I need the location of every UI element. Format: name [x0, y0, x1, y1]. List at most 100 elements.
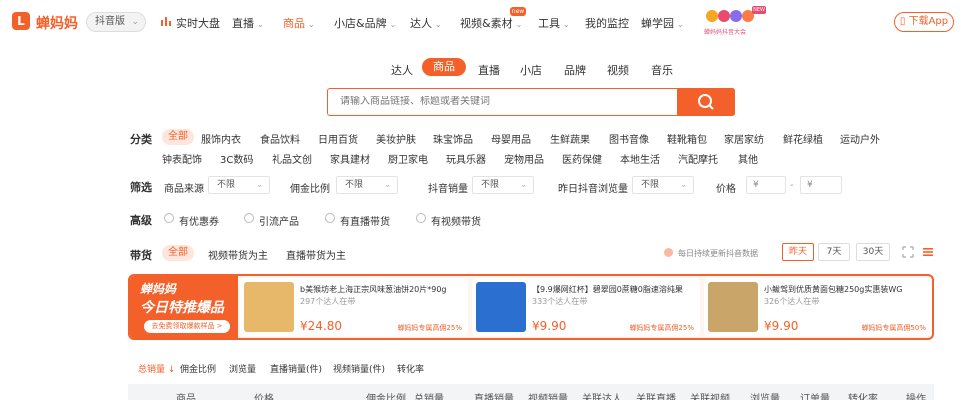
search-tab-music[interactable]: 音乐: [651, 62, 673, 78]
sort-desc-icon: ↓: [165, 365, 176, 375]
price-min-input[interactable]: ¥: [746, 176, 786, 194]
expand-icon[interactable]: [902, 246, 914, 258]
chevron-down-icon: ⌄: [384, 180, 391, 189]
category-chip[interactable]: 家具建材: [330, 151, 370, 166]
category-chip[interactable]: 全部: [162, 129, 194, 145]
sales-select[interactable]: 不限 ⌄: [472, 176, 534, 194]
category-chip[interactable]: 厨卫家电: [388, 151, 428, 166]
nav-influencers[interactable]: 达人 ⌄: [410, 15, 442, 31]
logo-text[interactable]: 蝉妈妈: [36, 13, 78, 33]
col-commission: 佣金比例: [366, 394, 406, 400]
category-chip[interactable]: 礼品文创: [272, 151, 312, 166]
search-tab-brand[interactable]: 品牌: [564, 62, 586, 78]
logo-icon[interactable]: L: [12, 12, 30, 30]
nav-academy[interactable]: 蝉学园 ⌄: [641, 15, 684, 31]
free-sample-button[interactable]: 去免费领取爆款样品 >: [144, 320, 230, 333]
chevron-down-icon: ⌄: [563, 20, 570, 29]
nav-tools[interactable]: 工具 ⌄: [538, 15, 570, 31]
featured-product-card[interactable]: 【9.9爆网红杯】碧翠园0蔗糖0脂速溶纯果 333个达人在带 ¥9.90 蝉妈妈…: [472, 278, 700, 336]
col-price: 价格: [254, 394, 274, 400]
category-chip[interactable]: 鞋靴箱包: [667, 131, 707, 146]
commission-select[interactable]: 不限 ⌄: [336, 176, 398, 194]
chevron-down-icon: ⌄: [520, 180, 527, 189]
carry-live[interactable]: 直播带货为主: [286, 247, 346, 262]
sort-live-sales[interactable]: 直播销量(件): [270, 362, 322, 375]
views-value: 不限: [641, 180, 660, 190]
source-select[interactable]: 不限 ⌄: [208, 176, 270, 194]
sort-video-sales[interactable]: 视频销量(件): [333, 362, 385, 375]
video-carry-radio[interactable]: [416, 213, 426, 223]
category-chip[interactable]: 母婴用品: [491, 131, 531, 146]
date-yesterday[interactable]: 昨天: [782, 243, 814, 261]
list-view-icon[interactable]: [922, 246, 934, 258]
nav-tools-label: 工具: [538, 17, 560, 30]
traffic-radio[interactable]: [244, 213, 254, 223]
category-chip[interactable]: 其他: [738, 151, 758, 166]
category-chip[interactable]: 生鲜蔬果: [550, 131, 590, 146]
sort-conversion[interactable]: 转化率: [397, 362, 424, 375]
product-image: [244, 282, 294, 332]
date-7d[interactable]: 7天: [818, 243, 850, 261]
views-label: 昨日抖音浏览量: [558, 184, 628, 195]
category-chip[interactable]: 钟表配饰: [162, 151, 202, 166]
category-chip[interactable]: 珠宝饰品: [433, 131, 473, 146]
nav-products-label: 商品: [283, 17, 305, 30]
chevron-down-icon: ⌄: [680, 180, 687, 189]
carry-video[interactable]: 视频带货为主: [208, 247, 268, 262]
nav-video-label: 视频&素材: [460, 17, 513, 30]
nav-video-material[interactable]: 视频&素材 ⌄: [460, 15, 522, 31]
sort-commission[interactable]: 佣金比例: [180, 362, 216, 375]
category-chip[interactable]: 3C数码: [220, 151, 253, 166]
category-chip[interactable]: 服饰内衣: [201, 131, 241, 146]
product-image: [708, 282, 758, 332]
search-button[interactable]: [677, 88, 735, 116]
category-chip[interactable]: 美妆护肤: [376, 131, 416, 146]
nav-products[interactable]: 商品 ⌄: [283, 15, 315, 31]
sort-total-sales[interactable]: 总销量 ↓: [138, 362, 175, 375]
featured-banner: 蝉妈妈 今日特推爆品 去免费领取爆款样品 > b美猴坊老上海正宗风味葱油饼20片…: [128, 274, 934, 340]
product-price: ¥9.90: [532, 319, 567, 333]
version-select[interactable]: 抖音版 ⌄: [86, 12, 146, 32]
category-chip[interactable]: 运动户外: [840, 131, 880, 146]
top-nav: L 蝉妈妈 抖音版 ⌄ 实时大盘 直播 ⌄ 商品 ⌄ 小店&品牌 ⌄ 达人 ⌄ 视频&素…: [0, 0, 964, 44]
featured-product-card[interactable]: 小鲅驾到优质黄面包糖250g实惠装WG 326个达人在带 ¥9.90 蝉妈妈专属…: [704, 278, 932, 336]
search-tab-live[interactable]: 直播: [478, 62, 500, 78]
video-carry-label: 有视频带货: [431, 217, 481, 228]
download-app-button[interactable]: ▯ 下载App: [894, 12, 954, 32]
nav-live[interactable]: 直播 ⌄: [232, 15, 264, 31]
category-chip[interactable]: 家居家纺: [724, 131, 764, 146]
search-tab-products[interactable]: 商品: [422, 58, 466, 76]
search-tab-shop[interactable]: 小店: [520, 62, 542, 78]
col-orders: 订单量: [800, 394, 830, 400]
search-tab-video[interactable]: 视频: [607, 62, 629, 78]
carry-label: 带货: [130, 249, 152, 262]
col-total-sales: 总销量: [414, 394, 444, 400]
nav-realtime[interactable]: 实时大盘: [176, 15, 220, 31]
category-chip[interactable]: 鲜花绿植: [783, 131, 823, 146]
search-tab-influencers[interactable]: 达人: [391, 62, 413, 78]
nav-my-monitor[interactable]: 我的监控: [585, 15, 629, 31]
date-30d[interactable]: 30天: [856, 243, 890, 261]
live-carry-radio[interactable]: [325, 213, 335, 223]
col-product: 商品: [176, 394, 196, 400]
promo-subtitle: 蝉妈妈抖音大会: [704, 29, 747, 36]
category-chip[interactable]: 玩具乐器: [446, 151, 486, 166]
carry-all[interactable]: 全部: [162, 245, 194, 261]
product-title: b美猴坊老上海正宗风味葱油饼20片*90g: [300, 285, 447, 294]
views-select[interactable]: 不限 ⌄: [632, 176, 694, 194]
category-chip[interactable]: 图书音像: [609, 131, 649, 146]
coupon-radio[interactable]: [164, 213, 174, 223]
category-chip[interactable]: 医药保健: [562, 151, 602, 166]
featured-product-card[interactable]: b美猴坊老上海正宗风味葱油饼20片*90g 297个达人在带 ¥24.80 蝉妈…: [240, 278, 468, 336]
category-chip[interactable]: 宠物用品: [504, 151, 544, 166]
category-chip[interactable]: 本地生活: [620, 151, 660, 166]
sort-views[interactable]: 浏览量: [229, 362, 256, 375]
category-chip[interactable]: 汽配摩托: [678, 151, 718, 166]
coupon-label: 有优惠券: [179, 217, 219, 228]
search-input[interactable]: [340, 96, 670, 107]
price-max-input[interactable]: ¥: [800, 176, 842, 194]
chevron-down-icon: ⌄: [677, 20, 684, 29]
nav-shop-brand[interactable]: 小店&品牌 ⌄: [334, 15, 396, 31]
category-chip[interactable]: 食品饮料: [260, 131, 300, 146]
category-chip[interactable]: 日用百货: [318, 131, 358, 146]
